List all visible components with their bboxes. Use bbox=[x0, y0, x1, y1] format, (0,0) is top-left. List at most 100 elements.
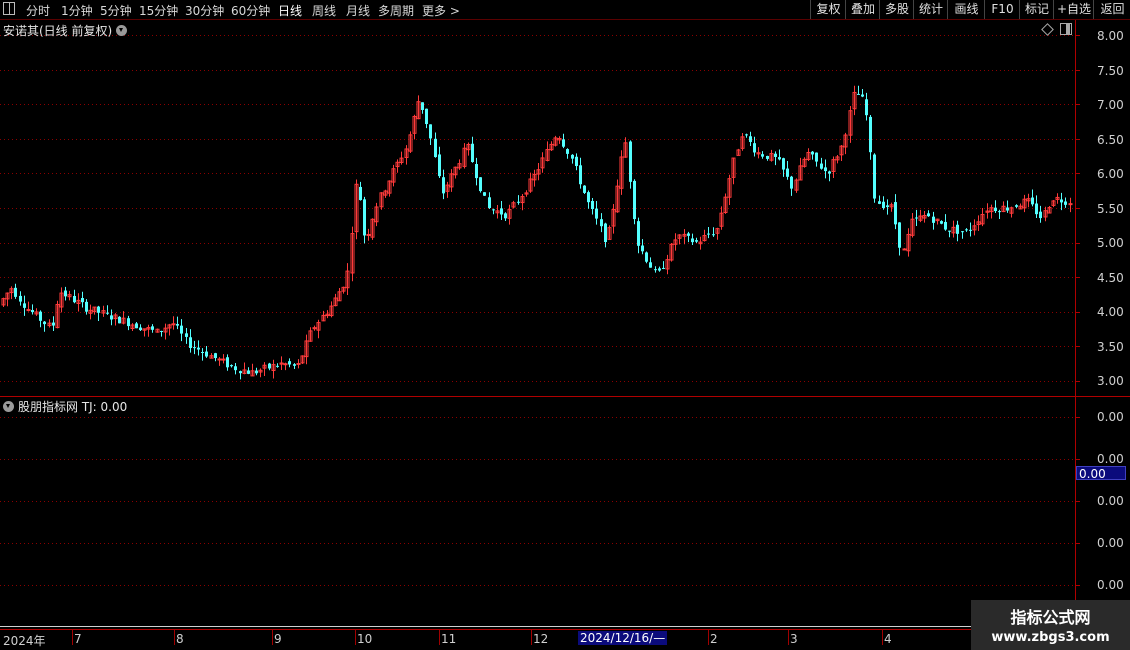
candle-body-down bbox=[591, 201, 594, 209]
date-label: 11 bbox=[441, 632, 457, 646]
candle-body-down bbox=[658, 268, 661, 271]
date-label: 9 bbox=[274, 632, 282, 646]
candle-body-down bbox=[790, 176, 793, 189]
candle-body-down bbox=[691, 238, 694, 243]
candle-body-down bbox=[14, 287, 17, 297]
candle-body-down bbox=[571, 154, 574, 159]
candle-body-down bbox=[23, 303, 26, 308]
candle-body-down bbox=[189, 337, 192, 348]
candle-body-down bbox=[786, 168, 789, 177]
candle-body-down bbox=[998, 211, 1001, 213]
y-tick: 8.00 bbox=[1097, 29, 1124, 43]
date-label: 8 bbox=[176, 632, 184, 646]
candle-body-up bbox=[296, 362, 301, 365]
candle-body-down bbox=[39, 311, 42, 321]
candle-body-down bbox=[43, 321, 46, 325]
date-tick bbox=[72, 630, 73, 645]
candle-body-down bbox=[645, 252, 648, 262]
candle-body-down bbox=[633, 180, 636, 220]
candle-body-down bbox=[214, 353, 217, 359]
candle-body-down bbox=[268, 363, 271, 369]
candle-body-down bbox=[1015, 205, 1018, 207]
date-tick bbox=[708, 630, 709, 645]
date-label: 7 bbox=[74, 632, 82, 646]
candle-body-down bbox=[587, 192, 590, 203]
candle-body-down bbox=[745, 134, 748, 136]
candle-body-down bbox=[940, 221, 943, 224]
candle-body-down bbox=[471, 143, 474, 162]
candle-body-down bbox=[205, 351, 208, 357]
candle-body-down bbox=[575, 156, 578, 167]
candle-body-down bbox=[774, 153, 777, 157]
candle-body-down bbox=[815, 152, 818, 162]
candle-body-down bbox=[488, 197, 491, 208]
candle-body-down bbox=[898, 222, 901, 248]
candle-body-down bbox=[712, 234, 715, 236]
date-tick bbox=[355, 630, 356, 645]
candle-body-down bbox=[944, 221, 947, 230]
candle-body-down bbox=[595, 208, 598, 219]
candle-body-down bbox=[110, 315, 113, 320]
candle-body-down bbox=[255, 370, 258, 374]
candle-body-up bbox=[283, 363, 288, 366]
candle-body-down bbox=[429, 124, 432, 139]
candle-body-down bbox=[749, 136, 752, 142]
indicator-label: 股朋指标网 TJ: 0.00 bbox=[18, 400, 128, 414]
y-tick: 6.00 bbox=[1097, 167, 1124, 181]
candle-body-down bbox=[894, 202, 897, 225]
candle-body-down bbox=[961, 231, 964, 233]
date-label: 4 bbox=[884, 632, 892, 646]
candle-body-down bbox=[687, 233, 690, 236]
y-tick: 0.00 bbox=[1097, 536, 1124, 550]
y-tick: 0.00 bbox=[1097, 578, 1124, 592]
kline-chart[interactable] bbox=[0, 0, 1130, 650]
y-tick: 3.00 bbox=[1097, 374, 1124, 388]
candle-body-down bbox=[707, 233, 710, 235]
y-tick: 6.50 bbox=[1097, 133, 1124, 147]
candle-body-down bbox=[662, 267, 665, 269]
chevron-down-icon[interactable] bbox=[116, 25, 128, 36]
indicator-title: 股朋指标网 TJ: 0.00 bbox=[3, 398, 127, 415]
stock-title: 安诺其(日线 前复权) bbox=[3, 24, 113, 38]
candle-body-down bbox=[654, 269, 657, 271]
candle-body-down bbox=[239, 371, 242, 374]
candle-body-up bbox=[1068, 203, 1073, 206]
candle-body-down bbox=[421, 102, 424, 110]
candle-body-up bbox=[26, 309, 31, 312]
candle-body-down bbox=[247, 370, 250, 374]
candle-body-down bbox=[160, 330, 163, 332]
candle-body-down bbox=[504, 213, 507, 219]
candle-body-down bbox=[135, 323, 138, 329]
watermark-url: www.zbgs3.com bbox=[991, 630, 1110, 645]
candle-body-down bbox=[85, 301, 88, 312]
candle-body-down bbox=[442, 177, 445, 194]
candle-body-down bbox=[118, 316, 121, 324]
y-tick: 7.00 bbox=[1097, 98, 1124, 112]
candle-body-down bbox=[363, 199, 366, 236]
candle-body-down bbox=[761, 154, 764, 157]
indicator-value-box: 0.00 bbox=[1076, 466, 1126, 481]
candle-body-down bbox=[600, 219, 603, 227]
candle-body-down bbox=[230, 365, 233, 367]
chevron-down-icon[interactable] bbox=[3, 401, 14, 412]
candle-body-down bbox=[434, 138, 437, 158]
candle-body-down bbox=[276, 365, 279, 367]
candle-body-down bbox=[483, 192, 486, 196]
candle-body-down bbox=[927, 213, 930, 217]
main-chart-title: 安诺其(日线 前复权) bbox=[3, 22, 128, 39]
date-tick bbox=[882, 630, 883, 645]
candle-body-down bbox=[969, 229, 972, 231]
y-tick: 0.00 bbox=[1097, 410, 1124, 424]
date-tick bbox=[439, 630, 440, 645]
candle-body-down bbox=[19, 295, 22, 302]
split-window-icon[interactable] bbox=[1060, 23, 1072, 35]
date-tick bbox=[788, 630, 789, 645]
candle-body-down bbox=[1035, 203, 1038, 215]
y-tick: 4.50 bbox=[1097, 271, 1124, 285]
candle-body-down bbox=[865, 99, 868, 116]
candle-body-down bbox=[886, 205, 889, 208]
candle-body-down bbox=[695, 240, 698, 242]
candle-body-down bbox=[479, 177, 482, 192]
candle-body-down bbox=[948, 230, 951, 232]
candle-body-down bbox=[579, 165, 582, 185]
